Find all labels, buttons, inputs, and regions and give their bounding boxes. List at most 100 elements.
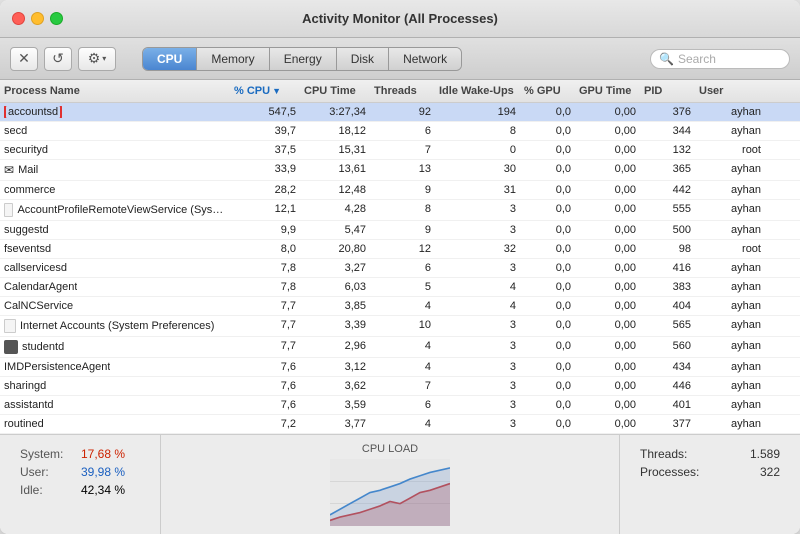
table-cell: 3,77 (300, 416, 370, 432)
process-name: studentd (22, 341, 64, 353)
table-cell: 4 (435, 298, 520, 314)
process-name: Mail (18, 164, 38, 176)
table-row[interactable]: CalNCService7,73,85440,00,00404ayhan (0, 297, 800, 316)
table-row[interactable]: secd39,718,12680,00,00344ayhan (0, 122, 800, 141)
col-gpu-pct[interactable]: % GPU (520, 83, 575, 99)
table-cell: 377 (640, 416, 695, 432)
table-cell: 0,0 (520, 279, 575, 295)
process-name: commerce (4, 184, 55, 196)
process-doc-icon (4, 319, 16, 333)
table-cell: 7,7 (230, 338, 300, 356)
process-name: CalNCService (4, 300, 73, 312)
table-cell: 7,6 (230, 359, 300, 375)
process-name-cell: studentd (0, 338, 230, 356)
forward-button[interactable]: ↺ (44, 47, 72, 71)
table-cell: 0,00 (575, 317, 640, 335)
table-cell: 555 (640, 201, 695, 219)
table-cell: 0,0 (520, 222, 575, 238)
table-row[interactable]: assistantd7,63,59630,00,00401ayhan (0, 396, 800, 415)
table-row[interactable]: Internet Accounts (System Preferences)7,… (0, 316, 800, 337)
table-cell: ayhan (695, 359, 765, 375)
table-cell: 9 (370, 182, 435, 198)
table-row[interactable]: fseventsd8,020,8012320,00,0098root (0, 240, 800, 259)
tab-memory[interactable]: Memory (197, 48, 269, 70)
col-gpu-time[interactable]: GPU Time (575, 83, 640, 99)
tab-cpu[interactable]: CPU (143, 48, 197, 70)
table-cell: 442 (640, 182, 695, 198)
tab-network[interactable]: Network (389, 48, 461, 70)
table-cell: 404 (640, 298, 695, 314)
table-cell: 194 (435, 104, 520, 120)
table-row[interactable]: commerce28,212,489310,00,00442ayhan (0, 181, 800, 200)
tab-energy[interactable]: Energy (270, 48, 337, 70)
table-cell: 0,00 (575, 241, 640, 257)
table-cell: ayhan (695, 279, 765, 295)
table-cell: 7,6 (230, 397, 300, 413)
col-idle-wakeups[interactable]: Idle Wake-Ups (435, 83, 520, 99)
maximize-button[interactable] (50, 12, 63, 25)
table-cell: root (695, 142, 765, 158)
table-cell: 6,03 (300, 279, 370, 295)
idle-value: 42,34 % (81, 483, 125, 497)
process-name: fseventsd (4, 243, 51, 255)
table-row[interactable]: studentd7,72,96430,00,00560ayhan (0, 337, 800, 358)
table-row[interactable]: callservicesd7,83,27630,00,00416ayhan (0, 259, 800, 278)
table-cell: 3 (435, 317, 520, 335)
table-row[interactable]: accountsd547,53:27,34921940,00,00376ayha… (0, 103, 800, 122)
sort-arrow: ▼ (272, 86, 281, 96)
table-cell: 0,00 (575, 359, 640, 375)
table-row[interactable]: CalendarAgent7,86,03540,00,00383ayhan (0, 278, 800, 297)
table-row[interactable]: AccountProfileRemoteViewService (System … (0, 200, 800, 221)
col-cpu-pct[interactable]: % CPU▼ (230, 83, 300, 99)
gear-button[interactable]: ⚙ ▾ (78, 47, 116, 71)
table-cell: 3,39 (300, 317, 370, 335)
close-button[interactable] (12, 12, 25, 25)
tab-disk[interactable]: Disk (337, 48, 389, 70)
user-stat-row: User: 39,98 % (20, 465, 140, 479)
table-cell: 0,0 (520, 416, 575, 432)
table-cell: 0,00 (575, 142, 640, 158)
table-cell: 9,9 (230, 222, 300, 238)
search-box[interactable]: 🔍 (650, 49, 790, 69)
table-cell: 0,00 (575, 104, 640, 120)
process-name-cell: fseventsd (0, 241, 230, 257)
col-user[interactable]: User (695, 83, 765, 99)
table-row[interactable]: sharingd7,63,62730,00,00446ayhan (0, 377, 800, 396)
table-cell: 132 (640, 142, 695, 158)
table-cell: 0,0 (520, 123, 575, 139)
table-cell: 6 (370, 123, 435, 139)
back-button[interactable]: ✕ (10, 47, 38, 71)
col-threads[interactable]: Threads (370, 83, 435, 99)
process-name-cell: assistantd (0, 397, 230, 413)
table-cell: 344 (640, 123, 695, 139)
table-cell: 0,0 (520, 201, 575, 219)
col-cpu-time[interactable]: CPU Time (300, 83, 370, 99)
col-pid[interactable]: PID (640, 83, 695, 99)
table-cell: 9 (370, 222, 435, 238)
table-cell: 0,00 (575, 378, 640, 394)
table-cell: 3 (435, 359, 520, 375)
process-name-cell: ✉Mail (0, 161, 230, 179)
table-cell: ayhan (695, 260, 765, 276)
table-row[interactable]: suggestd9,95,47930,00,00500ayhan (0, 221, 800, 240)
table-cell: 3 (435, 397, 520, 413)
table-row[interactable]: securityd37,515,31700,00,00132root (0, 141, 800, 160)
table-row[interactable]: ✉Mail33,913,6113300,00,00365ayhan (0, 160, 800, 181)
table-cell: 0,00 (575, 279, 640, 295)
search-input[interactable] (678, 52, 778, 66)
table-cell: 0,00 (575, 123, 640, 139)
table-cell: ayhan (695, 416, 765, 432)
minimize-button[interactable] (31, 12, 44, 25)
system-value: 17,68 % (81, 447, 125, 461)
table-cell: 13 (370, 161, 435, 179)
table-row[interactable]: IMDPersistenceAgent7,63,12430,00,00434ay… (0, 358, 800, 377)
table-cell: 0,00 (575, 182, 640, 198)
user-label: User: (20, 465, 75, 479)
process-name-cell: sharingd (0, 378, 230, 394)
table-cell: 3:27,34 (300, 104, 370, 120)
table-row[interactable]: routined7,23,77430,00,00377ayhan (0, 415, 800, 434)
table-cell: 7,6 (230, 378, 300, 394)
col-process-name[interactable]: Process Name (0, 83, 230, 99)
table-cell: 0,00 (575, 222, 640, 238)
table-cell: 0,0 (520, 317, 575, 335)
